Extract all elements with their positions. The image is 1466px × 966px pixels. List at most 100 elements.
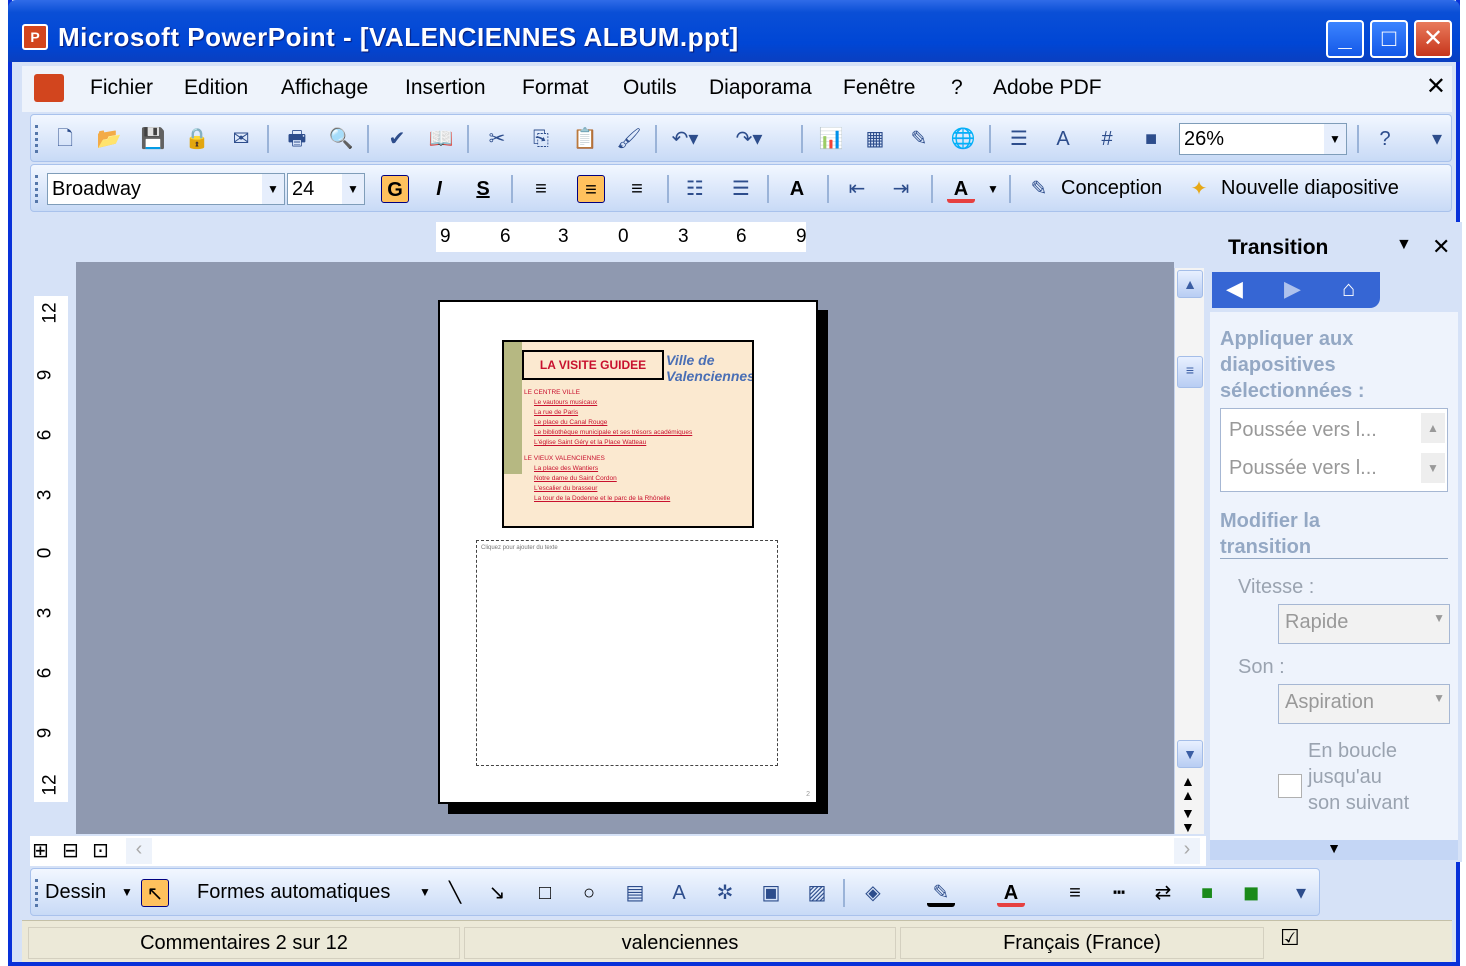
loop-checkbox[interactable] <box>1278 774 1302 798</box>
color-grayscale-icon[interactable]: ■ <box>1137 125 1165 153</box>
increase-font-icon[interactable]: A <box>783 175 811 203</box>
arrow-style-icon[interactable]: ⇄ <box>1149 879 1177 907</box>
minimize-button[interactable]: _ <box>1326 20 1364 58</box>
3d-style-icon[interactable]: ◼ <box>1237 879 1265 907</box>
tables-borders-icon[interactable]: ✎ <box>905 125 933 153</box>
line-icon[interactable]: ╲ <box>441 879 469 907</box>
print-preview-icon[interactable]: 🔍 <box>327 125 355 153</box>
design-icon[interactable]: ✎ <box>1025 175 1053 203</box>
scroll-down-icon[interactable]: ▼ <box>1177 740 1203 768</box>
list-scroll-up-icon[interactable]: ▲ <box>1421 413 1445 443</box>
close-button[interactable]: ✕ <box>1414 20 1452 58</box>
show-formatting-icon[interactable]: A <box>1049 125 1077 153</box>
home-icon[interactable]: ⌂ <box>1342 276 1355 302</box>
toolbar-options-icon[interactable]: ▾ <box>1291 879 1311 907</box>
next-slide-icon[interactable]: ▼ ▼ <box>1181 806 1195 834</box>
previous-slide-icon[interactable]: ▲ ▲ <box>1181 774 1195 802</box>
task-pane-close-icon[interactable]: ✕ <box>1432 234 1450 260</box>
insert-table-icon[interactable]: ▦ <box>861 125 889 153</box>
menu-format[interactable]: Format <box>522 76 589 100</box>
diagram-icon[interactable]: ✲ <box>711 879 739 907</box>
paste-icon[interactable]: 📋 <box>571 125 599 153</box>
permission-icon[interactable]: 🔒 <box>183 125 211 153</box>
list-scroll-down-icon[interactable]: ▼ <box>1421 453 1445 483</box>
back-icon[interactable]: ◀ <box>1226 276 1243 302</box>
notes-placeholder[interactable]: Cliquez pour ajouter du texte <box>476 540 778 766</box>
menu-insertion[interactable]: Insertion <box>405 76 486 100</box>
select-objects-icon[interactable]: ↖ <box>141 879 169 907</box>
font-size-combo[interactable]: 24 ▼ <box>287 173 365 205</box>
save-icon[interactable]: 💾 <box>139 125 167 153</box>
normal-view-icon[interactable]: ⊞ <box>32 838 49 863</box>
menu-fenetre[interactable]: Fenêtre <box>843 76 915 100</box>
task-pane-menu-icon[interactable]: ▼ <box>1396 236 1412 254</box>
autoshapes-button[interactable]: Formes automatiques <box>197 881 390 904</box>
font-color-icon[interactable]: A <box>947 175 975 203</box>
drawing-font-color-icon[interactable]: A <box>997 879 1025 907</box>
open-icon[interactable]: 📂 <box>95 125 123 153</box>
chevron-down-icon[interactable]: ▼ <box>342 174 364 204</box>
menu-fichier[interactable]: Fichier <box>90 76 153 100</box>
chevron-down-icon[interactable]: ▼ <box>1433 691 1445 705</box>
textbox-icon[interactable]: ▤ <box>621 879 649 907</box>
clipart-icon[interactable]: ▣ <box>757 879 785 907</box>
menu-diaporama[interactable]: Diaporama <box>709 76 812 100</box>
cut-icon[interactable]: ✂ <box>483 125 511 153</box>
transition-list-item[interactable]: Poussée vers l... <box>1229 457 1377 480</box>
task-pane-scroll-down-icon[interactable]: ▼ <box>1210 840 1458 860</box>
scroll-left-icon[interactable]: ‹ <box>126 838 152 864</box>
speed-select[interactable]: Rapide ▼ <box>1278 604 1450 644</box>
undo-icon[interactable]: ↶▾ <box>671 125 699 153</box>
redo-icon[interactable]: ↷▾ <box>735 125 763 153</box>
align-center-icon[interactable]: ≡ <box>577 175 605 203</box>
toolbar-grip[interactable] <box>35 125 38 153</box>
dash-style-icon[interactable]: ┅ <box>1105 879 1133 907</box>
notes-page-canvas[interactable]: LA VISITE GUIDEE Ville de Valenciennes L… <box>76 262 1174 834</box>
slide-thumbnail[interactable]: LA VISITE GUIDEE Ville de Valenciennes L… <box>502 340 754 528</box>
scroll-up-icon[interactable]: ▲ <box>1177 270 1203 298</box>
align-right-icon[interactable]: ≡ <box>623 175 651 203</box>
maximize-button[interactable]: □ <box>1370 20 1408 58</box>
new-slide-icon[interactable]: ✦ <box>1185 175 1213 203</box>
align-left-icon[interactable]: ≡ <box>527 175 555 203</box>
hyperlink-icon[interactable]: 🌐 <box>949 125 977 153</box>
rectangle-icon[interactable]: □ <box>531 879 559 907</box>
shadow-button[interactable]: S <box>469 175 497 203</box>
expand-all-icon[interactable]: ☰ <box>1005 125 1033 153</box>
menu-help[interactable]: ? <box>951 76 963 100</box>
grid-icon[interactable]: # <box>1093 125 1121 153</box>
toolbar-options-icon[interactable]: ▾ <box>1427 125 1447 153</box>
spelling-status-icon[interactable]: ☑ <box>1280 925 1300 951</box>
menu-edition[interactable]: Edition <box>184 76 248 100</box>
wordart-icon[interactable]: A <box>665 879 693 907</box>
menu-affichage[interactable]: Affichage <box>281 76 368 100</box>
insert-chart-icon[interactable]: 📊 <box>817 125 845 153</box>
sound-select[interactable]: Aspiration ▼ <box>1278 684 1450 724</box>
transition-list[interactable]: Poussée vers l... Poussée vers l... ▲ ▼ <box>1220 408 1448 492</box>
chevron-down-icon[interactable]: ▼ <box>1324 124 1346 154</box>
chevron-down-icon[interactable]: ▼ <box>1433 611 1445 625</box>
line-style-icon[interactable]: ≡ <box>1061 879 1089 907</box>
menu-outils[interactable]: Outils <box>623 76 677 100</box>
chevron-down-icon[interactable]: ▼ <box>262 174 284 204</box>
line-color-icon[interactable]: ✎ <box>927 879 955 907</box>
toolbar-grip[interactable] <box>35 879 38 907</box>
menu-adobe-pdf[interactable]: Adobe PDF <box>993 76 1102 100</box>
bullets-icon[interactable]: ☰ <box>727 175 755 203</box>
copy-icon[interactable]: ⎘ <box>527 125 555 153</box>
fill-color-icon[interactable]: ◈ <box>859 879 887 907</box>
design-button[interactable]: Conception <box>1061 177 1162 200</box>
toolbar-grip[interactable] <box>35 175 38 203</box>
notes-page[interactable]: LA VISITE GUIDEE Ville de Valenciennes L… <box>438 300 818 804</box>
powerpoint-app-icon[interactable]: P <box>22 24 48 50</box>
help-icon[interactable]: ? <box>1371 125 1399 153</box>
zoom-combo[interactable]: 26% ▼ <box>1179 123 1347 155</box>
scroll-thumb[interactable]: ≡ <box>1177 356 1203 388</box>
slideshow-icon[interactable]: ⊡ <box>92 838 109 863</box>
research-icon[interactable]: 📖 <box>427 125 455 153</box>
decrease-indent-icon[interactable]: ⇤ <box>843 175 871 203</box>
picture-icon[interactable]: ▨ <box>803 879 831 907</box>
arrow-icon[interactable]: ↘ <box>483 879 511 907</box>
increase-indent-icon[interactable]: ⇥ <box>887 175 915 203</box>
forward-icon[interactable]: ▶ <box>1284 276 1301 302</box>
